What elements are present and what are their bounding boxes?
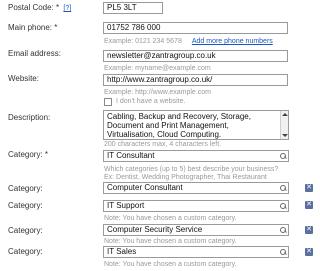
category-input[interactable]: Computer Security Service xyxy=(103,224,289,236)
category-label: Category: * xyxy=(8,150,48,159)
category-note: Note: You have chosen a custom category. xyxy=(104,238,237,245)
scroll-up-icon[interactable] xyxy=(282,113,288,116)
main-phone-example: Example: 0121 234 5678 Add more phone num… xyxy=(104,38,273,45)
category-label: Category: xyxy=(8,247,43,256)
search-icon[interactable] xyxy=(280,203,286,209)
no-website-checkbox[interactable] xyxy=(104,98,112,106)
email-input[interactable]: newsletter@zantragroup.co.uk xyxy=(103,50,288,62)
website-example: Example: http://www.example.com xyxy=(104,89,211,96)
description-scrollbar[interactable] xyxy=(280,111,288,139)
category-note: Note: You have chosen a custom category. xyxy=(104,215,237,222)
remove-category-button[interactable]: ✕ xyxy=(305,184,313,192)
postal-code-label-text: Postal Code: xyxy=(8,3,54,12)
category-note: Note: You have chosen a custom category. xyxy=(104,261,237,268)
category-value: Computer Security Service xyxy=(107,225,203,234)
required-mark: * xyxy=(44,150,49,159)
postal-code-input[interactable]: PL5 3LT xyxy=(103,2,163,14)
category-value: IT Support xyxy=(107,201,145,210)
add-more-phone-link[interactable]: Add more phone numbers xyxy=(192,38,273,45)
search-icon[interactable] xyxy=(280,249,286,255)
no-website-label: I don't have a website. xyxy=(116,98,186,105)
required-mark: * xyxy=(54,23,58,32)
remove-category-button[interactable]: ✕ xyxy=(305,248,313,256)
description-counter: 200 characters max, 4 characters left. xyxy=(104,141,222,148)
x-icon: ✕ xyxy=(306,248,312,255)
required-mark: * xyxy=(56,3,60,12)
x-icon: ✕ xyxy=(306,184,312,191)
category-label: Category: xyxy=(8,201,43,210)
category-input[interactable]: IT Consultant xyxy=(103,150,289,162)
email-example: Example: myname@example.com xyxy=(104,65,211,72)
main-phone-example-text: Example: 0121 234 5678 xyxy=(104,38,182,45)
x-icon: ✕ xyxy=(306,226,312,233)
category-label: Category: xyxy=(8,226,43,235)
remove-category-button[interactable]: ✕ xyxy=(305,201,313,209)
description-text: Cabling, Backup and Recovery, Storage, D… xyxy=(107,112,251,139)
category-input[interactable]: IT Support xyxy=(103,200,289,212)
website-input[interactable]: http://www.zantragroup.co.uk/ xyxy=(103,74,288,86)
category-value: IT Consultant xyxy=(107,151,155,160)
category-value: Computer Consultant xyxy=(107,183,183,192)
category-input[interactable]: IT Sales xyxy=(103,246,289,258)
email-label: Email address: xyxy=(8,49,61,58)
description-textarea[interactable]: Cabling, Backup and Recovery, Storage, D… xyxy=(103,110,289,140)
remove-category-button[interactable]: ✕ xyxy=(305,226,313,234)
postal-code-label: Postal Code: * [?] xyxy=(8,3,71,12)
scroll-down-icon[interactable] xyxy=(282,134,288,137)
search-icon[interactable] xyxy=(280,227,286,233)
search-icon[interactable] xyxy=(280,185,286,191)
main-phone-label-text: Main phone: xyxy=(8,23,53,32)
category-input[interactable]: Computer Consultant xyxy=(103,182,289,194)
category-note: Which categories (up to 5) best describe… xyxy=(104,166,279,173)
category-label-text: Category: xyxy=(8,150,43,159)
description-label: Description: xyxy=(8,113,51,122)
website-label: Website: xyxy=(8,74,39,83)
help-link[interactable]: [?] xyxy=(63,5,71,12)
main-phone-input[interactable]: 01752 786 000 xyxy=(103,22,288,34)
category-value: IT Sales xyxy=(107,247,137,256)
search-icon[interactable] xyxy=(280,153,286,159)
category-label: Category: xyxy=(8,184,43,193)
x-icon: ✕ xyxy=(306,201,312,208)
main-phone-label: Main phone: * xyxy=(8,23,57,32)
category-note-example: Ex: Dentist, Wedding Photographer, Thai … xyxy=(104,174,267,181)
